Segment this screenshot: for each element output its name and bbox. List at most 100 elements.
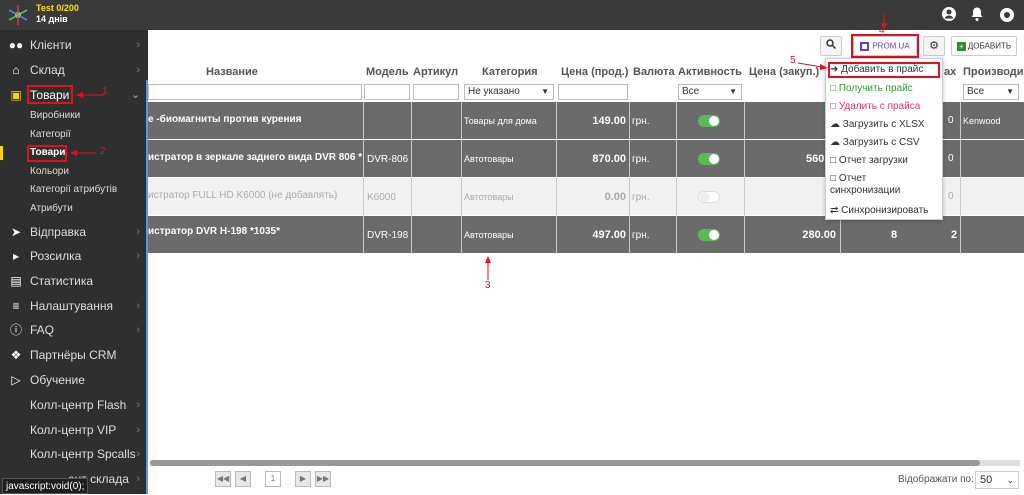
page-number[interactable]: 1 xyxy=(265,471,281,487)
annotation-4: 4 xyxy=(879,30,885,36)
annotation-5: 5 xyxy=(790,55,796,66)
menu-item-synchronize[interactable]: ⇄ Синхронизировать xyxy=(830,205,928,217)
chevron-right-icon: › xyxy=(136,448,140,460)
menu-item-get-price[interactable]: □ Получить прайс xyxy=(830,83,913,95)
activity-toggle[interactable] xyxy=(698,153,720,165)
filter-category-select[interactable]: Не указано ▼ xyxy=(464,84,554,100)
header-price[interactable]: Цена (прод.) xyxy=(561,66,628,78)
activity-toggle[interactable] xyxy=(698,191,720,203)
subitem-attributes[interactable]: Атрибути xyxy=(30,200,73,218)
annotation-2: 2 xyxy=(100,146,106,157)
menu-item-label: Загрузить с XLSX xyxy=(842,119,925,130)
subitem-categories[interactable]: Категорії xyxy=(30,126,71,144)
filter-price-input[interactable] xyxy=(558,84,628,100)
first-page-button[interactable]: ◀◀ xyxy=(215,471,231,487)
chevron-right-icon: › xyxy=(136,424,140,436)
annotation-arrow-5 xyxy=(797,60,828,70)
cloud-upload-icon: ☁ xyxy=(830,119,843,130)
filter-model-input[interactable] xyxy=(364,84,410,100)
menu-item-remove-from-price[interactable]: □ Удалить с прайса xyxy=(830,101,920,113)
cell-name: истратор в зеркале заднего вида DVR 806 … xyxy=(148,152,362,163)
shuffle-icon: ⇄ xyxy=(830,205,842,216)
prev-page-button[interactable]: ◀ xyxy=(235,471,251,487)
subitem-attribute-categories[interactable]: Категорії атрибутів xyxy=(30,181,117,199)
account-days: 14 днів xyxy=(36,14,68,24)
subitem-manufacturers[interactable]: Виробники xyxy=(30,107,80,125)
sidebar-item-products[interactable]: ▣ Товари ⌄ xyxy=(0,83,146,107)
cell-name: е -биомагниты против курения xyxy=(148,114,302,125)
filter-activity-value: Все xyxy=(682,86,700,97)
search-button[interactable] xyxy=(820,36,842,56)
activity-toggle[interactable] xyxy=(698,229,720,241)
filter-producer-select[interactable]: Все ▼ xyxy=(963,84,1019,100)
gear-icon: ⚙ xyxy=(929,40,939,52)
header-model[interactable]: Модель xyxy=(366,66,409,78)
sidebar-item-callcenter-vip[interactable]: Колл-центр VIP › xyxy=(0,418,146,442)
sidebar-item-warehouse[interactable]: ⌂ Склад › xyxy=(0,58,146,82)
sidebar-item-training[interactable]: ▷ Обучение xyxy=(0,368,146,392)
subitem-colors[interactable]: Кольори xyxy=(30,163,69,181)
annotation-arrow-2 xyxy=(70,148,98,158)
cell-category: Товары для дома xyxy=(464,116,537,126)
bullhorn-icon: ▸ xyxy=(12,249,20,263)
header-activity[interactable]: Активность xyxy=(678,66,742,78)
user-icon[interactable] xyxy=(940,6,958,24)
filter-name-input[interactable] xyxy=(148,84,362,100)
info-icon: ⓘ xyxy=(9,323,22,337)
sidebar-item-callcenter-spcalls[interactable]: Колл-центр Spcalls › xyxy=(0,442,146,466)
bell-icon[interactable] xyxy=(968,6,986,24)
cell-model: DVR-198 xyxy=(367,230,409,241)
header-producer[interactable]: Производи xyxy=(963,66,1024,78)
warehouse-icon: ⌂ xyxy=(12,63,20,77)
menu-item-sync-report[interactable]: □ Отчет синхронизации xyxy=(830,173,900,197)
cell-price: 497.00 xyxy=(592,229,626,241)
sidebar-item-mailing[interactable]: ▸ Розсилка › xyxy=(0,244,146,268)
header-stock[interactable]: ах xyxy=(944,66,956,78)
settings-button[interactable]: ⚙ xyxy=(923,36,945,56)
cell-price: 870.00 xyxy=(592,153,626,165)
menu-item-upload-csv[interactable]: ☁ Загрузить с CSV xyxy=(830,137,920,149)
annotation-arrow-3 xyxy=(484,256,492,280)
header-name[interactable]: Название xyxy=(206,66,258,78)
next-page-button[interactable]: ▶ xyxy=(295,471,311,487)
menu-item-upload-report[interactable]: □ Отчет загрузки xyxy=(830,155,908,167)
cell-price: 149.00 xyxy=(592,115,626,127)
sidebar-item-label: Обучение xyxy=(30,373,85,387)
sidebar-item-callcenter-flash[interactable]: Колл-центр Flash › xyxy=(0,393,146,417)
menu-item-label: Отчет загрузки xyxy=(838,155,908,166)
filter-producer-value: Все xyxy=(967,86,985,97)
chevron-right-icon: › xyxy=(136,399,140,411)
scrollbar-thumb[interactable] xyxy=(150,460,980,466)
cell-stock: 0 xyxy=(948,153,954,164)
sidebar-item-settings[interactable]: ≡ Налаштування › xyxy=(0,294,146,318)
table-row[interactable]: истратор DVR H-198 *1035* DVR-198 Автото… xyxy=(148,216,1024,254)
cell-stock: 0 xyxy=(948,191,954,202)
sidebar-item-statistics[interactable]: ▤ Статистика xyxy=(0,269,146,293)
cell-stock: 2 xyxy=(951,229,958,241)
sidebar-item-label: Розсилка xyxy=(30,249,82,263)
trash-icon: □ xyxy=(830,101,839,112)
sidebar-item-partners[interactable]: ❖ Партнёры CRM xyxy=(0,343,146,367)
menu-item-upload-xlsx[interactable]: ☁ Загрузить с XLSX xyxy=(830,119,925,131)
filter-activity-select[interactable]: Все ▼ xyxy=(678,84,742,100)
plus-icon: + xyxy=(956,42,966,52)
support-icon[interactable] xyxy=(998,6,1016,24)
header-category[interactable]: Категория xyxy=(482,66,538,78)
sidebar-item-shipping[interactable]: ➤ Відправка › xyxy=(0,220,146,244)
prom-dropdown-menu: ➜ Добавить в прайс □ Получить прайс □ Уд… xyxy=(825,58,943,220)
last-page-button[interactable]: ▶▶ xyxy=(315,471,331,487)
horizontal-scrollbar[interactable] xyxy=(150,460,1020,466)
chevron-right-icon: › xyxy=(136,226,140,238)
filter-category-value: Не указано xyxy=(468,86,520,97)
sidebar-item-label: Відправка xyxy=(30,225,87,239)
per-page-select[interactable]: 50 ⌄ xyxy=(975,471,1019,489)
add-button[interactable]: + ДОБАВИТЬ xyxy=(951,36,1017,56)
cell-currency: грн. xyxy=(632,192,650,203)
cell-currency: грн. xyxy=(632,116,650,127)
sidebar-item-faq[interactable]: ⓘ FAQ › xyxy=(0,318,146,342)
filter-sku-input[interactable] xyxy=(413,84,459,100)
activity-toggle[interactable] xyxy=(698,115,720,127)
header-sku[interactable]: Артикул xyxy=(413,66,458,78)
header-currency[interactable]: Валюта xyxy=(633,66,675,78)
sidebar-item-clients[interactable]: ●● Клієнти › xyxy=(0,33,146,57)
